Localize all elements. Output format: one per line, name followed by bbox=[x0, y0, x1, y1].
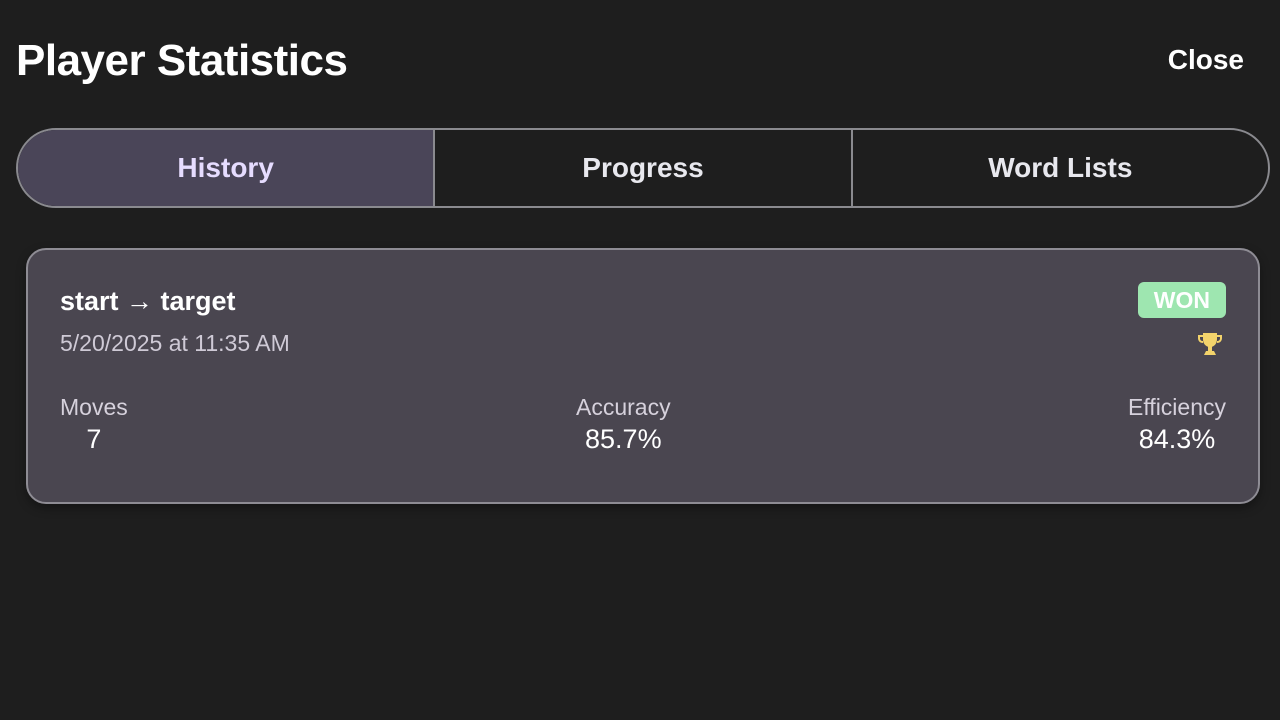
stat-label: Efficiency bbox=[1127, 394, 1226, 420]
game-title: start → target bbox=[60, 286, 236, 316]
close-button[interactable]: Close bbox=[1168, 42, 1244, 78]
status-badge: WON bbox=[1137, 282, 1226, 318]
tab-history[interactable]: History bbox=[18, 130, 434, 206]
stat-efficiency: Efficiency 84.3% bbox=[1128, 392, 1226, 456]
stat-value: 84.3% bbox=[1138, 424, 1216, 454]
game-date: 5/20/2025 at 11:35 AM bbox=[60, 330, 290, 356]
stat-label: Accuracy bbox=[576, 394, 671, 420]
tab-bar: History Progress Word Lists bbox=[16, 128, 1270, 208]
tab-progress[interactable]: Progress bbox=[433, 130, 850, 206]
header: Player Statistics Close bbox=[16, 34, 1264, 88]
stat-accuracy: Accuracy 85.7% bbox=[576, 392, 671, 456]
stat-label: Moves bbox=[60, 394, 128, 420]
tab-word-lists[interactable]: Word Lists bbox=[850, 130, 1268, 206]
stat-value: 7 bbox=[86, 424, 102, 454]
game-history-card[interactable]: start → target 5/20/2025 at 11:35 AM WON… bbox=[26, 248, 1260, 504]
stat-moves: Moves 7 bbox=[60, 392, 128, 456]
stat-value: 85.7% bbox=[585, 424, 662, 454]
trophy-icon bbox=[1198, 333, 1222, 355]
page-title: Player Statistics bbox=[16, 36, 348, 85]
